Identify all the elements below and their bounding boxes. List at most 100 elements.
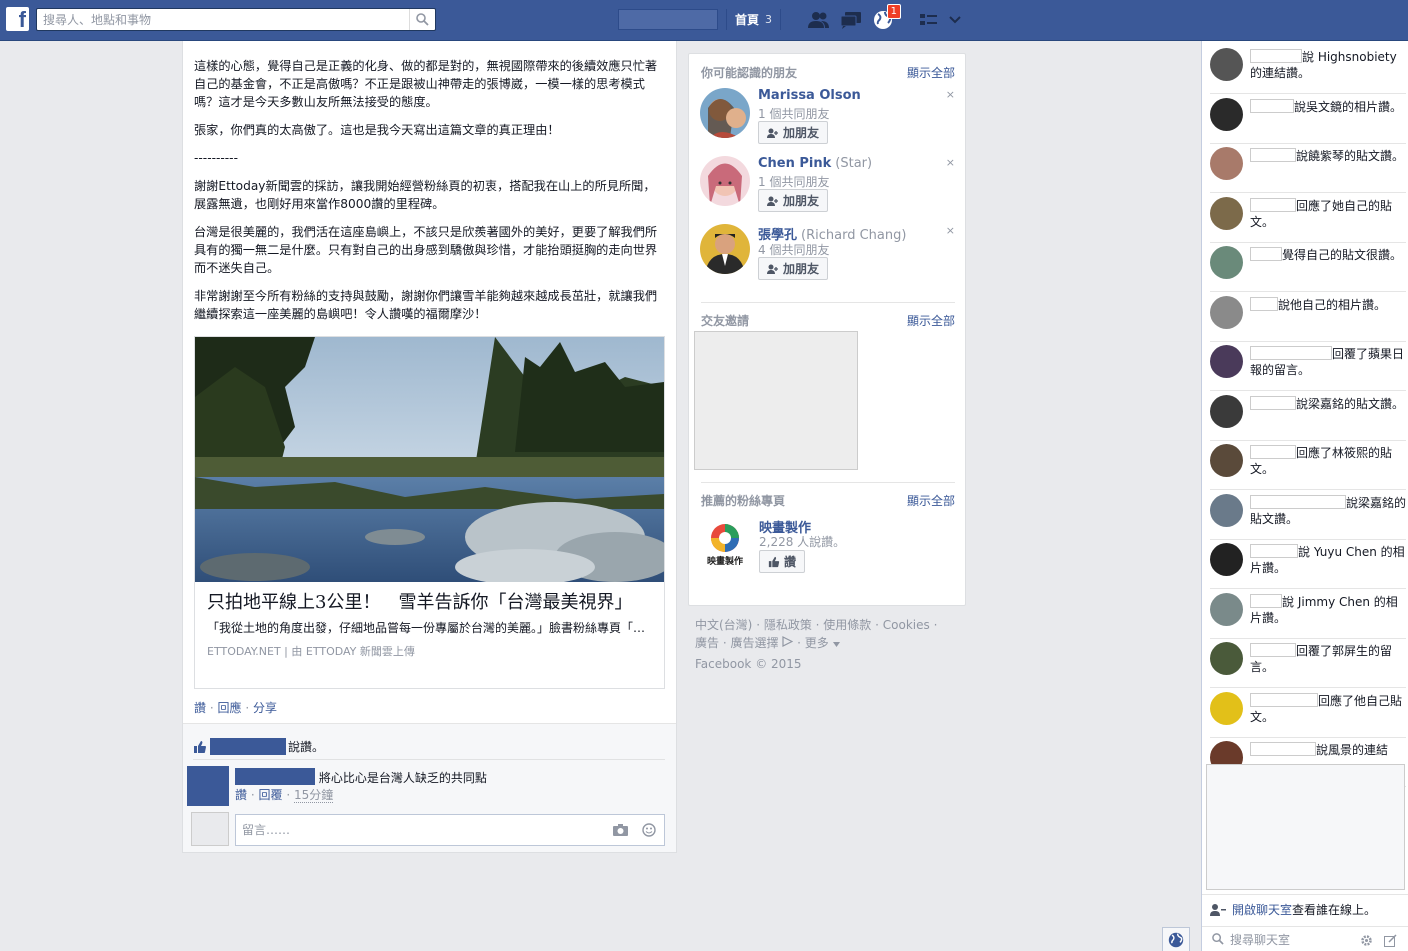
close-icon[interactable]: ×	[946, 88, 955, 101]
footer-link-ads[interactable]: 廣告	[695, 636, 719, 650]
avatar[interactable]	[1210, 48, 1243, 81]
attachment-title[interactable]: 只拍地平線上3公里！ 雪羊告訴你「台灣最美視界」	[195, 582, 664, 614]
avatar[interactable]	[1210, 246, 1243, 279]
ticker-item[interactable]: 說 Highsnobiety 的連結讚。	[1210, 45, 1406, 94]
invite-placeholder-image[interactable]	[694, 331, 858, 470]
ticker-item[interactable]: 說 Jimmy Chen 的相片讚。	[1210, 590, 1406, 639]
ticker-actor-name[interactable]	[1250, 643, 1296, 657]
camera-icon[interactable]	[613, 824, 628, 836]
ticker-actor-name[interactable]	[1250, 49, 1302, 63]
add-friend-button[interactable]: 加朋友	[758, 257, 829, 280]
mutual-friends[interactable]: 1 個共同朋友	[758, 173, 829, 190]
avatar[interactable]	[700, 224, 750, 274]
ticker-item[interactable]: 說梁嘉銘的貼文讚。	[1210, 491, 1406, 540]
chevron-down-icon[interactable]	[832, 642, 840, 647]
show-all-link[interactable]: 顯示全部	[907, 64, 955, 81]
privacy-shortcuts-icon[interactable]	[917, 9, 941, 31]
avatar[interactable]	[1210, 97, 1243, 131]
commenter-name-link[interactable]	[235, 768, 315, 785]
attachment-image[interactable]	[195, 337, 664, 582]
person-name-link[interactable]: Marissa Olson	[758, 88, 865, 103]
ticker-item[interactable]: 回應了她自己的貼文。	[1210, 194, 1406, 243]
liker-name-link[interactable]	[210, 738, 286, 755]
avatar[interactable]	[700, 88, 750, 138]
ticker-actor-name[interactable]	[1250, 296, 1278, 311]
ticker-item[interactable]: 回應了林筱熙的貼文。	[1210, 441, 1406, 490]
ticker-item[interactable]: 回覆了蘋果日報的留言。	[1210, 342, 1406, 391]
ticker-item[interactable]: 覺得自己的貼文很讚。	[1210, 243, 1406, 292]
like-page-button[interactable]: 讚	[759, 550, 806, 573]
footer-link-privacy[interactable]: 隱私政策	[764, 618, 812, 632]
adchoices-icon[interactable]	[782, 636, 794, 647]
avatar[interactable]	[1210, 394, 1243, 428]
comment-like-link[interactable]: 讚	[235, 788, 247, 802]
show-all-link[interactable]: 顯示全部	[907, 312, 955, 329]
friend-requests-icon[interactable]	[807, 9, 831, 31]
footer-link-adchoices[interactable]: 廣告選擇	[730, 636, 778, 650]
avatar[interactable]	[1210, 295, 1243, 329]
share-link[interactable]: 分享	[253, 701, 277, 715]
avatar[interactable]	[700, 156, 750, 206]
comment-link[interactable]: 回應	[218, 701, 242, 715]
ticker-item[interactable]: 回應了他自己貼文。	[1210, 689, 1406, 738]
ticker-item[interactable]: 說吳文鏡的相片讚。	[1210, 95, 1406, 144]
mutual-friends[interactable]: 1 個共同朋友	[758, 105, 829, 122]
avatar[interactable]	[1210, 592, 1243, 626]
ticker-actor-name[interactable]	[1250, 395, 1296, 410]
emoticon-icon[interactable]	[642, 823, 656, 837]
compose-icon[interactable]	[1384, 934, 1397, 947]
ticker-actor-name[interactable]	[1250, 148, 1296, 162]
footer-link-terms[interactable]: 使用條款	[823, 618, 871, 632]
comment-timestamp[interactable]: 15分鐘	[294, 788, 334, 803]
ticker-item[interactable]: 說饒紫琴的貼文讚。	[1210, 144, 1406, 193]
search-box[interactable]	[36, 8, 436, 31]
show-all-link[interactable]: 顯示全部	[907, 492, 955, 509]
ticker-actor-name[interactable]	[1250, 197, 1296, 212]
mutual-friends[interactable]: 4 個共同朋友	[758, 241, 829, 258]
avatar[interactable]	[1210, 543, 1243, 576]
ticker-item[interactable]: 說梁嘉銘的貼文讚。	[1210, 392, 1406, 441]
sidebar-ad-placeholder[interactable]	[1206, 764, 1405, 890]
ticker-actor-name[interactable]	[1250, 346, 1332, 360]
ticker-actor-name[interactable]	[1250, 445, 1296, 459]
ticker-actor-name[interactable]	[1250, 593, 1282, 608]
ticker-actor-name[interactable]	[1250, 742, 1316, 756]
footer-link-cookies[interactable]: Cookies	[883, 618, 930, 632]
avatar[interactable]	[187, 766, 229, 806]
avatar[interactable]	[1210, 444, 1243, 477]
ticker-item[interactable]: 說他自己的相片讚。	[1210, 293, 1406, 342]
ticker-actor-name[interactable]	[1250, 98, 1294, 113]
facebook-logo[interactable]	[6, 7, 29, 33]
ticker-actor-name[interactable]	[1250, 692, 1318, 707]
link-attachment[interactable]: 只拍地平線上3公里！ 雪羊告訴你「台灣最美視界」 「我從土地的角度出發，仔細地品…	[194, 336, 665, 689]
avatar[interactable]	[1210, 147, 1243, 180]
footer-link-more[interactable]: 更多	[805, 636, 829, 650]
search-icon[interactable]	[409, 9, 435, 30]
search-input[interactable]	[37, 9, 407, 30]
ticker-actor-name[interactable]	[1250, 494, 1346, 509]
add-friend-button[interactable]: 加朋友	[758, 189, 829, 212]
page-logo[interactable]: 映畫製作	[701, 518, 751, 568]
globe-icon[interactable]	[1162, 927, 1190, 951]
like-link[interactable]: 讚	[194, 701, 206, 715]
open-chat-link[interactable]: 開啟聊天室	[1232, 901, 1292, 918]
ticker-actor-name[interactable]	[1250, 247, 1282, 261]
close-icon[interactable]: ×	[946, 224, 955, 237]
gear-icon[interactable]	[1360, 934, 1373, 947]
person-name-link[interactable]: Chen Pink (Star)	[758, 156, 872, 171]
add-friend-button[interactable]: 加朋友	[758, 121, 829, 144]
close-icon[interactable]: ×	[946, 156, 955, 169]
account-settings-chevron-icon[interactable]	[943, 9, 967, 31]
comment-reply-link[interactable]: 回覆	[259, 788, 283, 802]
home-link[interactable]: 首頁 3	[726, 9, 782, 30]
profile-name-link[interactable]	[618, 9, 718, 30]
ticker-item[interactable]: 回覆了郭屏生的留言。	[1210, 639, 1406, 688]
avatar[interactable]	[1210, 196, 1243, 230]
footer-link-language[interactable]: 中文(台灣)	[695, 618, 752, 632]
ticker-actor-name[interactable]	[1250, 544, 1298, 558]
comment-input[interactable]: 留言……	[235, 814, 665, 846]
avatar[interactable]	[1210, 642, 1243, 675]
avatar[interactable]	[1210, 691, 1243, 725]
ticker-item[interactable]: 說 Yuyu Chen 的相片讚。	[1210, 540, 1406, 589]
avatar[interactable]	[1210, 493, 1243, 527]
